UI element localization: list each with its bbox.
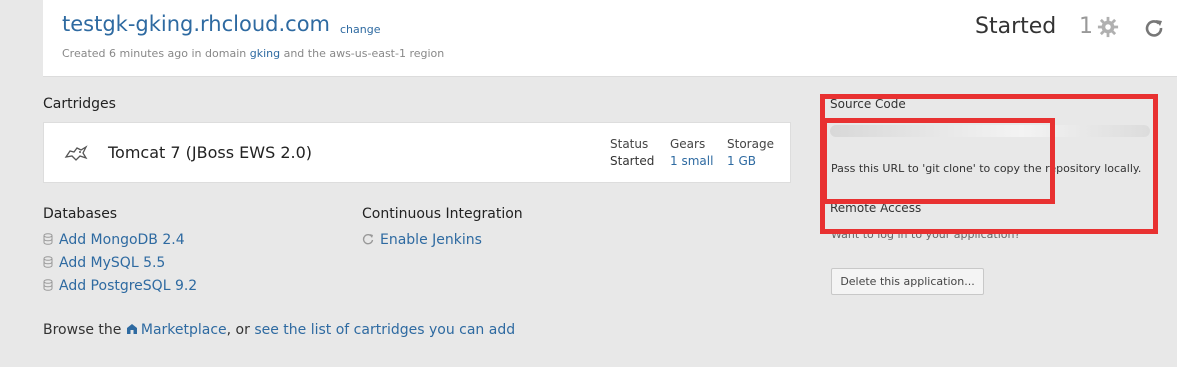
tomcat-icon: [64, 145, 88, 161]
databases-heading: Databases: [43, 206, 118, 222]
annotation-box-inner: [822, 118, 1055, 204]
database-icon: [43, 256, 53, 268]
app-header: testgk-gking.rhcloud.com change Created …: [43, 0, 1177, 77]
app-status: Started: [975, 14, 1057, 39]
cartridge-status: Status Started: [610, 136, 654, 170]
add-mongodb-link[interactable]: Add MongoDB 2.4: [43, 232, 185, 248]
ci-heading: Continuous Integration: [362, 206, 523, 222]
status-label: Status: [610, 137, 649, 151]
database-icon: [43, 233, 53, 245]
created-info: Created 6 minutes ago in domain gking an…: [62, 47, 445, 60]
database-icon: [43, 279, 53, 291]
status-value: Started: [610, 154, 655, 168]
gear-icon[interactable]: [1097, 16, 1119, 38]
cartridge-card: Tomcat 7 (JBoss EWS 2.0) Status Started …: [43, 122, 791, 183]
domain-link[interactable]: gking: [250, 47, 280, 60]
add-postgresql-link[interactable]: Add PostgreSQL 9.2: [43, 278, 197, 294]
cartridges-heading: Cartridges: [43, 96, 116, 112]
enable-jenkins-link[interactable]: Enable Jenkins: [362, 232, 482, 248]
add-mysql-link[interactable]: Add MySQL 5.5: [43, 255, 165, 271]
change-alias-link[interactable]: change: [340, 23, 380, 36]
cartridge-name: Tomcat 7 (JBoss EWS 2.0): [108, 143, 312, 162]
storage-size-link[interactable]: 1 GB: [727, 153, 774, 170]
cartridge-list-link[interactable]: see the list of cartridges you can add: [254, 322, 515, 338]
restart-icon[interactable]: [1144, 18, 1164, 38]
refresh-icon: [362, 234, 374, 245]
cartridge-gears: Gears 1 small: [670, 136, 713, 170]
gears-label: Gears: [670, 137, 706, 151]
browse-line: Browse the Marketplace, or see the list …: [43, 322, 516, 338]
delete-application-button[interactable]: Delete this application...: [831, 268, 984, 295]
storage-label: Storage: [727, 137, 774, 151]
marketplace-link[interactable]: Marketplace: [141, 322, 227, 338]
gear-count: 1: [1079, 14, 1093, 39]
app-url-link[interactable]: testgk-gking.rhcloud.com: [62, 12, 330, 36]
cartridge-storage: Storage 1 GB: [727, 136, 774, 170]
gears-size-link[interactable]: 1 small: [670, 153, 713, 170]
marketplace-icon: [126, 324, 137, 334]
